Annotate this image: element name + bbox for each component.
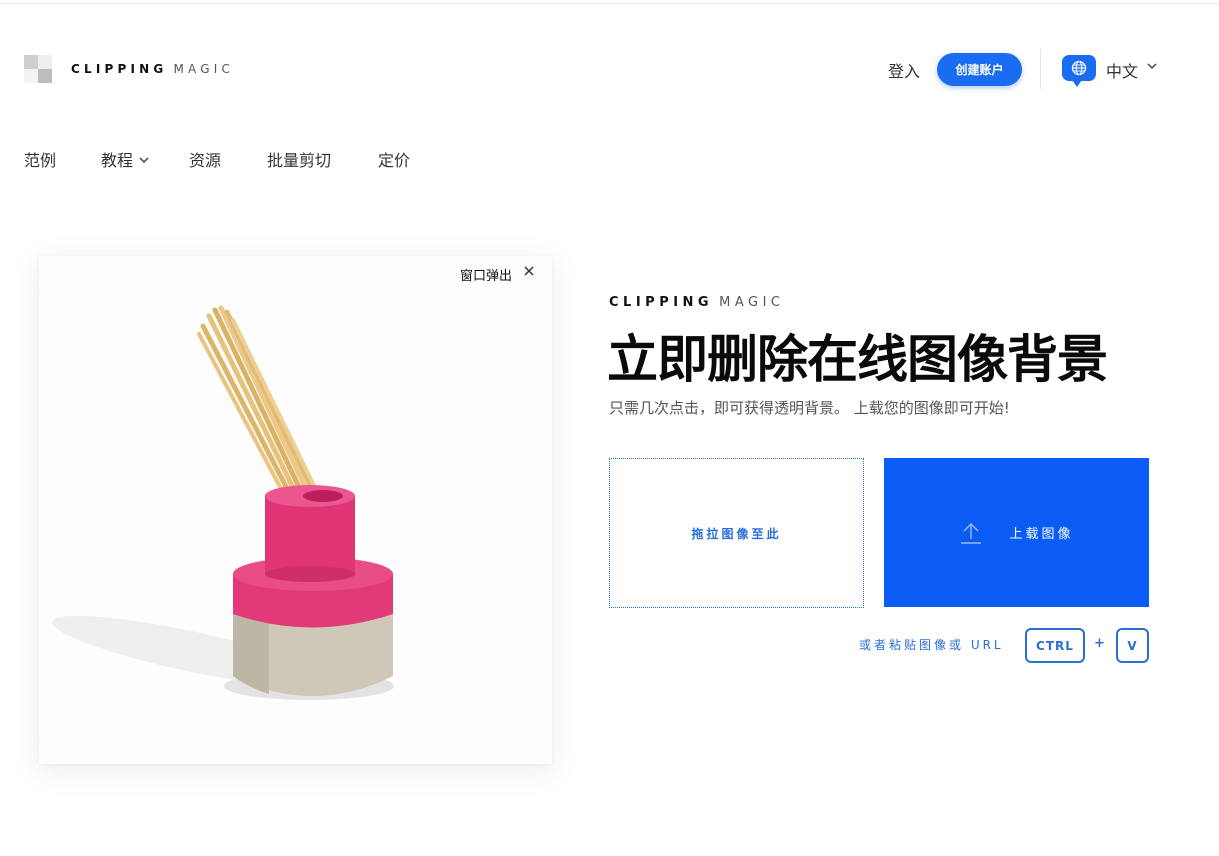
- paste-hint: 或者粘贴图像或 URL: [859, 638, 1004, 652]
- nav-item-tutorials-label: 教程: [101, 151, 134, 170]
- upload-image-button[interactable]: 上载图像: [884, 458, 1149, 607]
- nav-item-examples[interactable]: 范例: [24, 147, 56, 171]
- header-divider: [1040, 49, 1041, 89]
- logo[interactable]: CLIPPING MAGIC: [24, 55, 234, 83]
- brand-name: CLIPPING MAGIC: [71, 62, 234, 76]
- plus-sign: +: [1094, 636, 1105, 651]
- hero-brand-light: MAGIC: [719, 295, 785, 310]
- upload-arrow-icon: [961, 522, 982, 544]
- close-icon[interactable]: [523, 263, 535, 281]
- drop-zone-label: 拖拉图像至此: [691, 526, 782, 541]
- drop-zone[interactable]: 拖拉图像至此: [609, 458, 864, 608]
- v-key: V: [1116, 628, 1149, 663]
- nav-item-pricing[interactable]: 定价: [378, 147, 410, 171]
- chevron-down-icon[interactable]: [1147, 62, 1157, 73]
- upload-image-label: 上载图像: [1009, 527, 1074, 542]
- brand-light: MAGIC: [173, 62, 235, 76]
- nav-item-tutorials[interactable]: 教程: [101, 147, 149, 171]
- top-border: [0, 3, 1219, 4]
- chevron-down-icon: [139, 156, 149, 167]
- popout-link[interactable]: 窗口弹出: [460, 265, 512, 284]
- nav-item-bulk-clipping[interactable]: 批量剪切: [267, 147, 331, 171]
- page-subtitle: 只需几次点击，即可获得透明背景。 上载您的图像即可开始!: [609, 399, 1010, 417]
- logo-mark-icon: [24, 55, 52, 83]
- page-title: 立即删除在线图像背景: [607, 331, 1108, 390]
- brand-bold: CLIPPING: [71, 62, 168, 76]
- nav-item-resources[interactable]: 资源: [189, 147, 221, 171]
- ctrl-key: CTRL: [1025, 628, 1085, 663]
- sample-product-image: [51, 305, 394, 700]
- create-account-button[interactable]: 创建账户: [937, 53, 1022, 86]
- globe-icon[interactable]: [1062, 55, 1096, 87]
- login-link[interactable]: 登入: [888, 58, 920, 82]
- hero-brand: CLIPPING MAGIC: [609, 295, 784, 310]
- language-selector[interactable]: 中文: [1106, 58, 1138, 82]
- hero-brand-bold: CLIPPING: [609, 295, 714, 310]
